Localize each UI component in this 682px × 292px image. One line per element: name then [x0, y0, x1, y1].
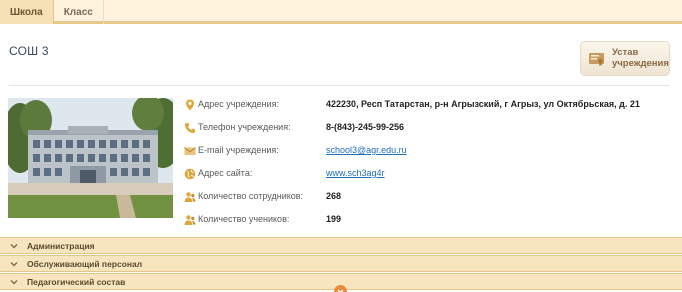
- chevron-down-icon: [10, 262, 18, 267]
- tab-school[interactable]: Школа: [0, 0, 54, 24]
- charter-button-label: Устав учреждения: [612, 47, 669, 69]
- accordion-label: Администрация: [27, 241, 95, 251]
- chevron-down-icon: [10, 244, 18, 249]
- divider: [9, 85, 670, 86]
- site-label: Адрес сайта:: [198, 168, 253, 178]
- staff-users-icon: [184, 192, 196, 202]
- students-count-label: Количество учеников:: [198, 214, 290, 224]
- phone-label: Телефон учреждения:: [198, 122, 291, 132]
- students-users-icon: [184, 215, 196, 225]
- phone-value: 8-(843)-245-99-256: [326, 122, 405, 132]
- page-title: СОШ 3: [9, 44, 49, 58]
- expand-more-button[interactable]: [334, 285, 347, 292]
- students-count-value: 199: [326, 214, 342, 224]
- accordion-label: Педагогический состав: [27, 277, 126, 287]
- chevron-down-icon: [10, 280, 18, 285]
- envelope-icon: [184, 147, 196, 155]
- staff-count-label: Количество сотрудников:: [198, 191, 304, 201]
- accordion-administration[interactable]: Администрация: [0, 237, 682, 254]
- email-label: E-mail учреждения:: [198, 145, 279, 155]
- site-link[interactable]: www.sch3ag4r: [326, 168, 385, 178]
- accordion-support-staff[interactable]: Обслуживающий персонал: [0, 255, 682, 272]
- document-certificate-icon: [589, 53, 604, 66]
- chevron-down-icon: [337, 289, 344, 292]
- staff-count-value: 268: [326, 191, 342, 201]
- address-value: 422230, Респ Татарстан, р-н Агрызский, г…: [326, 99, 640, 109]
- email-link[interactable]: school3@agr.edu.ru: [326, 145, 407, 155]
- accordion-label: Обслуживающий персонал: [27, 259, 143, 269]
- school-photo: [8, 98, 173, 218]
- map-pin-icon: [186, 99, 194, 111]
- tab-class[interactable]: Класс: [54, 0, 104, 24]
- charter-button[interactable]: Устав учреждения: [580, 41, 670, 76]
- address-label: Адрес учреждения:: [198, 99, 280, 109]
- globe-icon: [184, 168, 196, 180]
- phone-icon: [185, 123, 195, 133]
- tab-bar: Школа Класс: [0, 0, 682, 24]
